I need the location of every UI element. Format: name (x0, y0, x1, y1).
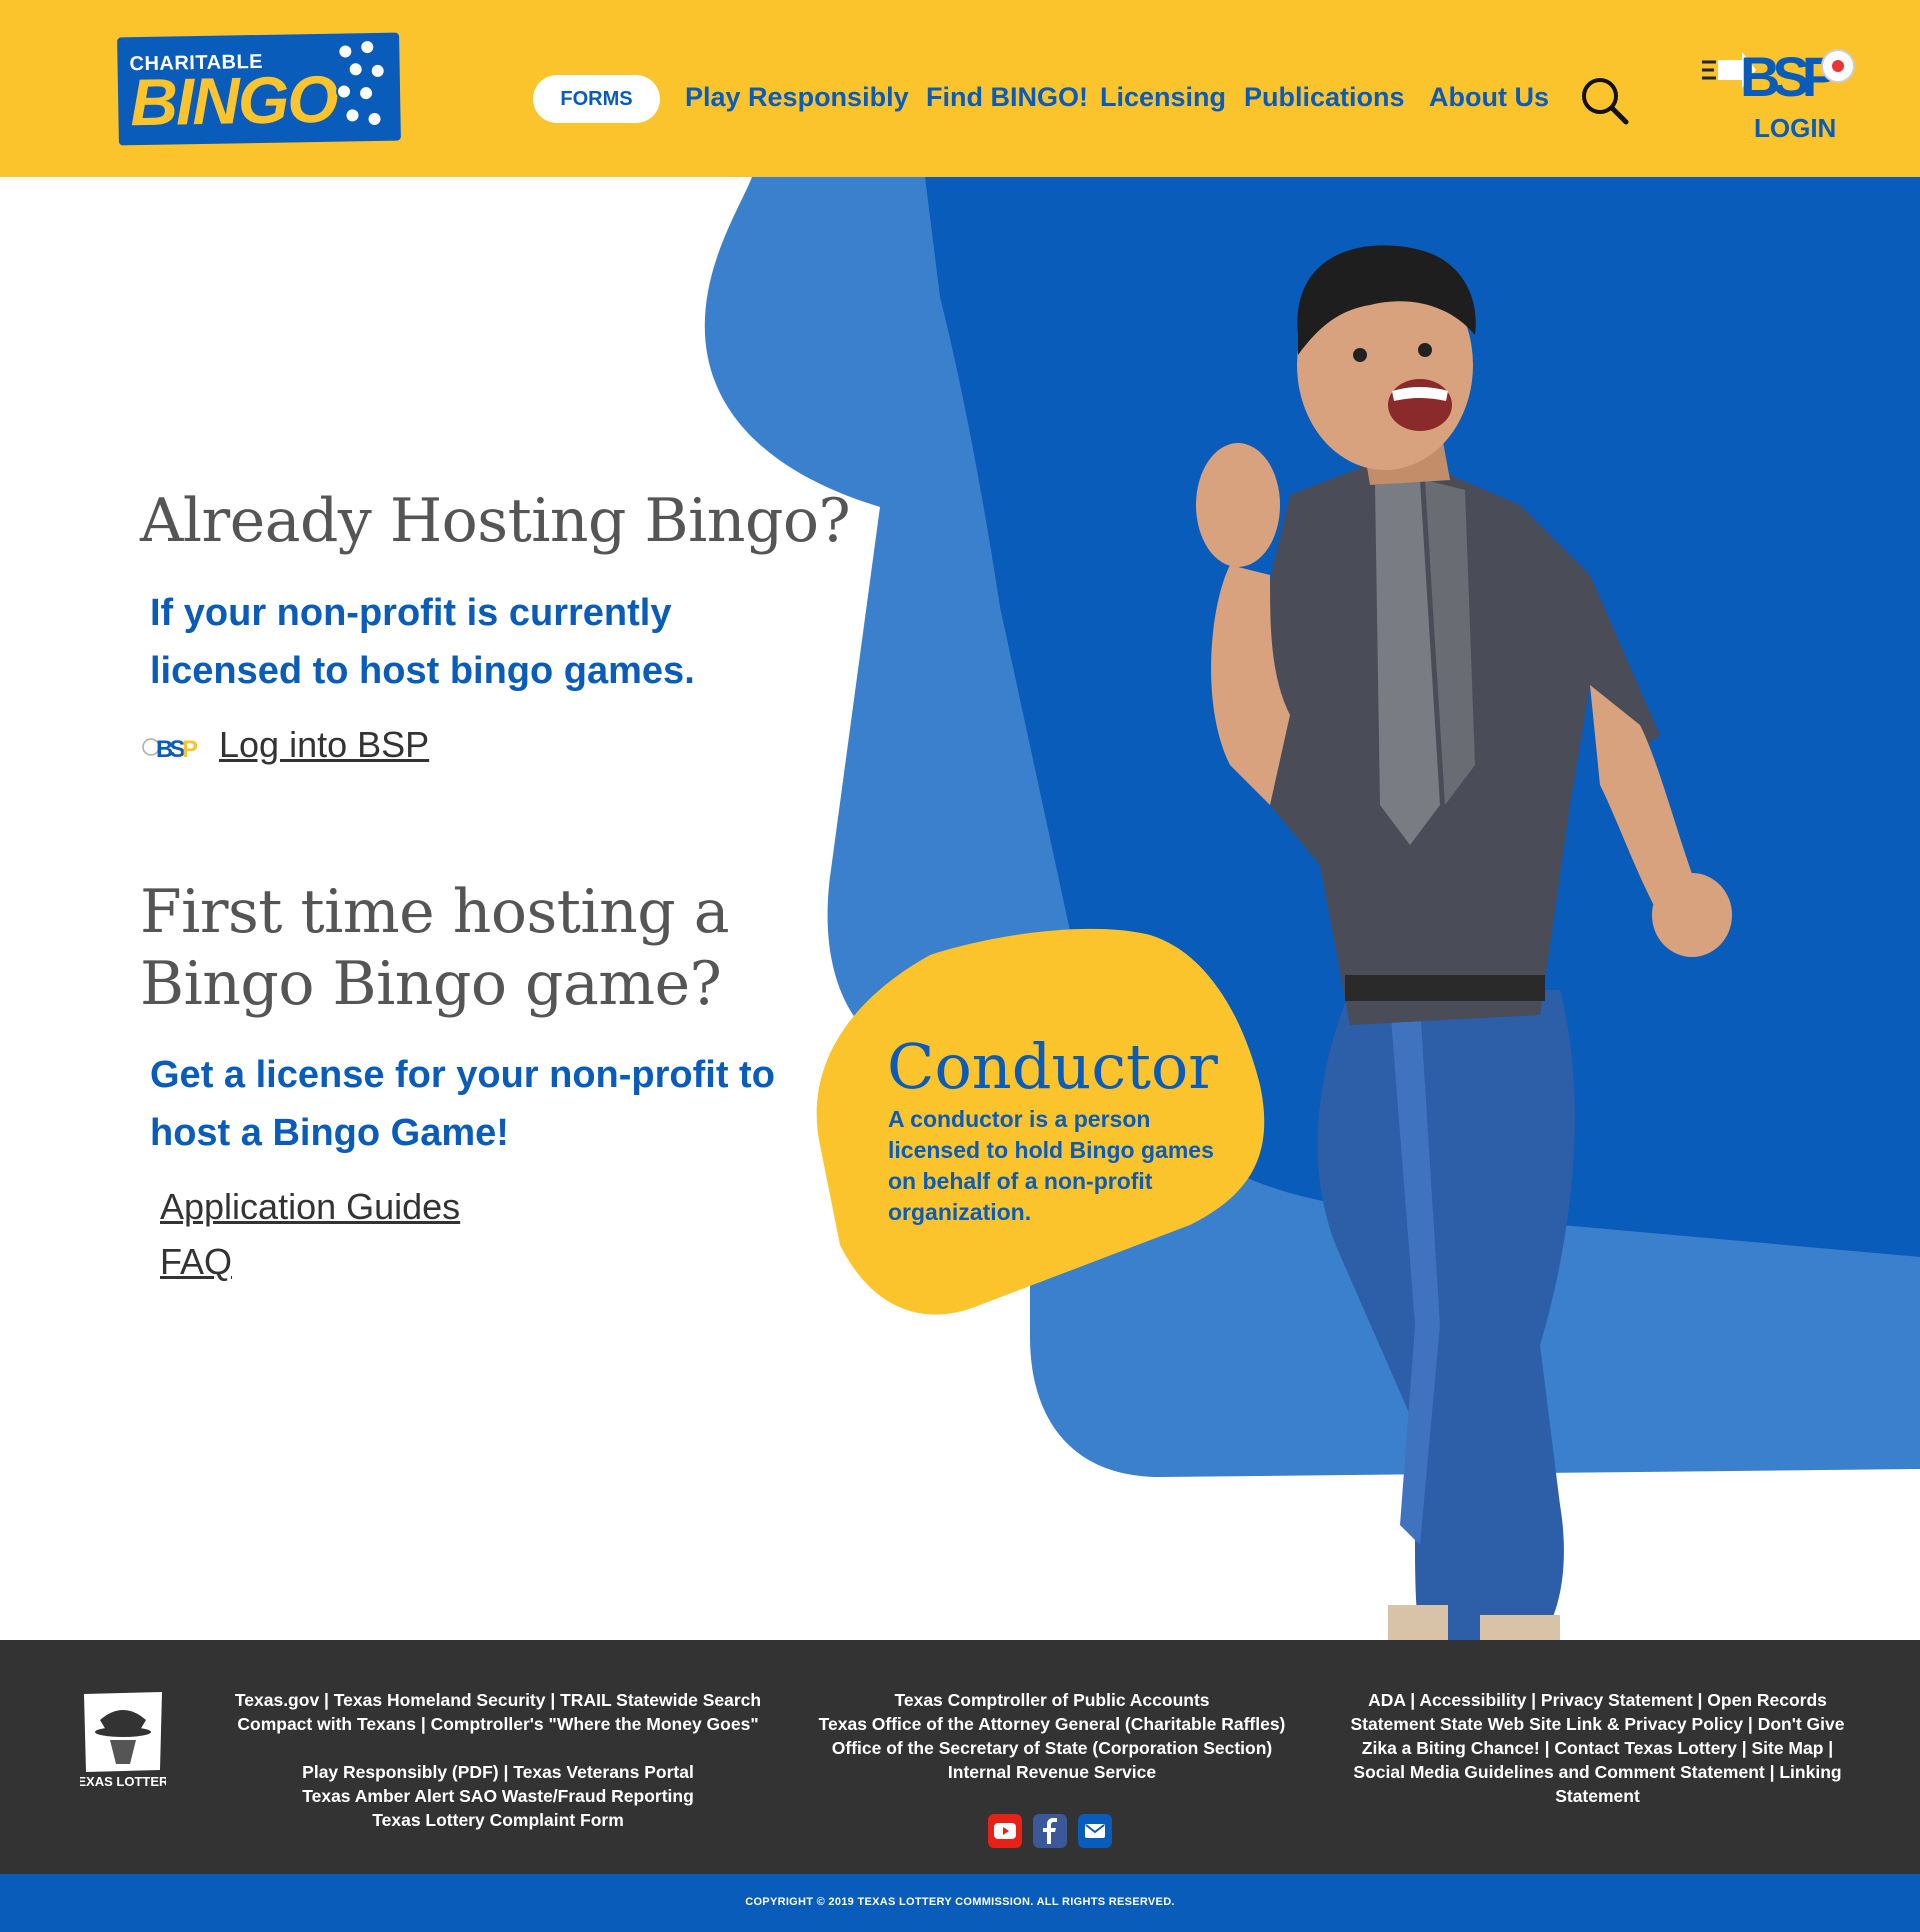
site-footer: TEXAS LOTTERY Texas.gov | Texas Homeland… (0, 1640, 1920, 1874)
already-hosting-heading: Already Hosting Bingo? (140, 486, 851, 556)
footer-link-line[interactable]: Zika a Biting Chance! | Contact Texas Lo… (1345, 1736, 1850, 1760)
footer-link-line[interactable]: Social Media Guidelines and Comment Stat… (1345, 1760, 1850, 1784)
youtube-icon[interactable] (988, 1814, 1022, 1848)
first-time-heading: First time hosting a Bingo Bingo game? (140, 877, 730, 1019)
nav-find-bingo[interactable]: Find BINGO! (926, 82, 1088, 113)
conductor-title: Conductor (887, 1030, 1218, 1103)
login-link[interactable]: LOGIN (1754, 113, 1836, 144)
logo-main-text: BINGO (129, 61, 338, 140)
footer-link-line[interactable]: Office of the Secretary of State (Corpor… (802, 1736, 1302, 1760)
copyright-bar: COPYRIGHT © 2019 TEXAS LOTTERY COMMISSIO… (0, 1874, 1920, 1932)
texas-lottery-logo-text: TEXAS LOTTERY (80, 1774, 166, 1789)
bsp-logo[interactable]: BSP (1700, 46, 1865, 106)
footer-links-col-2: Texas Comptroller of Public Accounts Tex… (802, 1688, 1302, 1784)
svg-text:P: P (182, 736, 198, 760)
footer-link-line[interactable]: Play Responsibly (PDF) | Texas Veterans … (232, 1760, 764, 1784)
application-guides-link[interactable]: Application Guides (160, 1186, 460, 1228)
bsp-small-icon: BS P (142, 736, 198, 760)
footer-link-line[interactable]: Statement State Web Site Link & Privacy … (1345, 1712, 1850, 1736)
nav-about-us[interactable]: About Us (1429, 82, 1549, 113)
footer-links-col-3: ADA | Accessibility | Privacy Statement … (1345, 1688, 1850, 1808)
footer-link-line[interactable]: Statement (1345, 1784, 1850, 1808)
conductor-description: A conductor is a person licensed to hold… (888, 1106, 1214, 1225)
texas-lottery-logo[interactable]: TEXAS LOTTERY (80, 1690, 166, 1800)
footer-link-line[interactable]: Texas Comptroller of Public Accounts (802, 1688, 1302, 1712)
bsp-logo-text: BSP (1740, 46, 1838, 106)
footer-link-line[interactable]: Internal Revenue Service (802, 1760, 1302, 1784)
nav-play-responsibly[interactable]: Play Responsibly (685, 82, 909, 113)
facebook-icon[interactable] (1033, 1814, 1067, 1848)
forms-button[interactable]: FORMS (533, 75, 660, 123)
nav-publications[interactable]: Publications (1244, 82, 1405, 113)
bingo-balls-icon (333, 38, 393, 136)
footer-link-line[interactable]: ADA | Accessibility | Privacy Statement … (1345, 1688, 1850, 1712)
svg-text:BS: BS (156, 736, 185, 760)
footer-links-col-1: Texas.gov | Texas Homeland Security | TR… (232, 1688, 764, 1832)
footer-link-line[interactable]: Texas Amber Alert SAO Waste/Fraud Report… (232, 1784, 764, 1808)
already-hosting-subtext: If your non-profit is currently licensed… (150, 592, 695, 692)
footer-link-line[interactable]: Compact with Texans | Comptroller's "Whe… (232, 1712, 764, 1736)
first-time-subtext: Get a license for your non-profit to hos… (150, 1054, 775, 1154)
faq-link[interactable]: FAQ (160, 1241, 232, 1283)
search-icon[interactable] (1580, 76, 1630, 126)
copyright-text: COPYRIGHT © 2019 TEXAS LOTTERY COMMISSIO… (745, 1896, 1175, 1908)
charitable-bingo-logo[interactable]: CHARITABLE BINGO (117, 32, 401, 146)
email-icon[interactable] (1078, 1814, 1112, 1848)
nav-licensing[interactable]: Licensing (1100, 82, 1226, 113)
footer-link-line[interactable]: Texas Office of the Attorney General (Ch… (802, 1712, 1302, 1736)
site-header: CHARITABLE BINGO FORMS Play Responsibly … (0, 0, 1920, 177)
footer-link-line[interactable]: Texas.gov | Texas Homeland Security | TR… (232, 1688, 764, 1712)
log-into-bsp-link[interactable]: Log into BSP (219, 724, 429, 766)
footer-link-line[interactable]: Texas Lottery Complaint Form (232, 1808, 764, 1832)
